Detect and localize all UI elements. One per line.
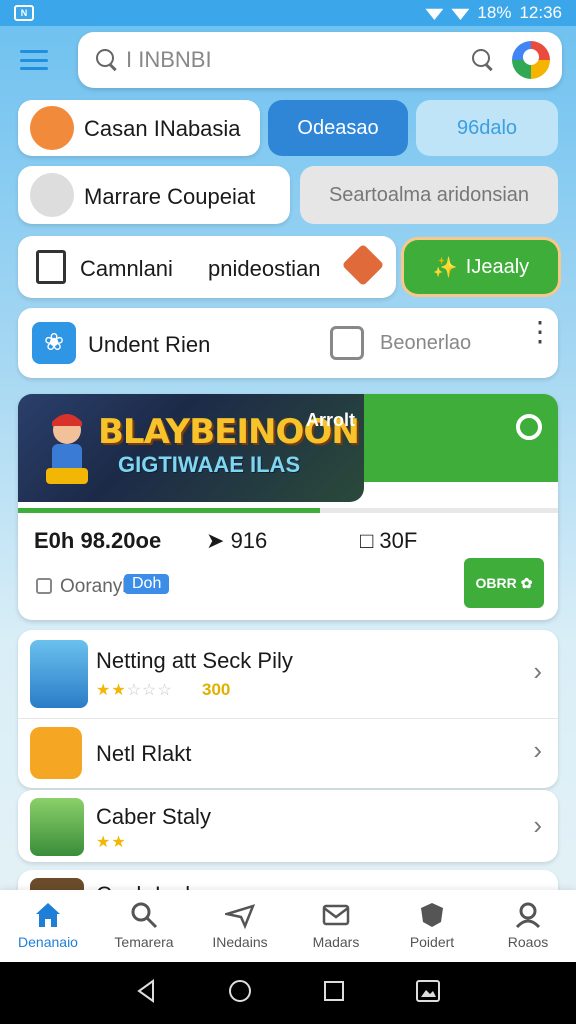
chevron-right-icon: › (533, 810, 542, 840)
profile-chip[interactable]: Casan INabasia (18, 100, 260, 156)
nav-label: Denanaio (18, 934, 78, 950)
search-icon (131, 902, 158, 929)
home-button-icon[interactable] (227, 978, 253, 1009)
category-icon (36, 578, 52, 594)
chevron-right-icon: › (533, 735, 542, 765)
list-item-title: Caber Staly (96, 804, 211, 829)
person-search-icon (515, 902, 541, 929)
system-navigation (0, 962, 576, 1024)
likes-stat: ➤ 916 (206, 528, 267, 554)
face-avatar-icon (30, 106, 74, 150)
likes-value: 916 (230, 528, 268, 553)
size-value: 30F (379, 528, 418, 553)
rating-value: 300 (202, 680, 231, 699)
nav-search[interactable]: Temarera (96, 890, 192, 962)
app-list: Netting att Seck Pily ★★☆☆☆ 300 › Netl R… (18, 630, 558, 788)
primary-action-button[interactable]: Odeasao (268, 100, 408, 156)
bottom-navigation: Denanaio Temarera INedains Madars Poider… (0, 890, 576, 962)
suggestion-button[interactable]: Seartoalma aridonsian (300, 166, 558, 224)
home-icon (36, 903, 60, 927)
nav-mail[interactable]: Madars (288, 890, 384, 962)
character-portrait-icon (30, 640, 88, 708)
social-row-label: Undent Rien (88, 332, 211, 357)
list-item-title: Netting att Seck Pily (96, 648, 293, 673)
account-chip-label: Marrare Coupeiat (84, 184, 256, 209)
top-bar: I INBNBI (0, 26, 576, 96)
back-icon[interactable] (135, 978, 157, 1008)
nav-home[interactable]: Denanaio (0, 890, 96, 962)
notification-icon: N (14, 5, 34, 21)
app-logo-icon (30, 727, 82, 779)
search-submit-icon[interactable] (472, 49, 494, 71)
shield-icon (421, 903, 443, 927)
battery-level: 18% (477, 3, 512, 22)
character-portrait-icon (30, 798, 84, 856)
nav-label: Roaos (507, 934, 549, 950)
task-label-b: pnideostian (208, 256, 321, 281)
ready-button-label: IJeaaly (465, 255, 530, 278)
list-item[interactable]: Netting att Seck Pily ★★☆☆☆ 300 › (18, 630, 558, 718)
get-button[interactable]: OBRR ✿ (464, 558, 544, 608)
tag-badge[interactable]: Doh (124, 574, 170, 594)
nav-shield[interactable]: Poidert (384, 890, 480, 962)
secondary-action-button[interactable]: 96dalo (416, 100, 558, 156)
profile-chip-label: Casan INabasia (84, 116, 241, 141)
task-row[interactable]: Camnlani pnideostian (18, 236, 396, 298)
size-stat: □ 30F (360, 528, 417, 554)
file-icon: □ (360, 528, 374, 553)
ready-button[interactable]: ✨ IJeaaly (404, 240, 558, 294)
more-options-icon[interactable]: ⋮ (526, 318, 554, 346)
user-face-icon (30, 173, 74, 217)
task-label-a: Camnlani (80, 256, 173, 281)
list-item[interactable]: Netl Rlakt › (18, 719, 558, 788)
nav-label: Madars (312, 934, 360, 950)
account-chip[interactable]: Marrare Coupeiat (18, 166, 290, 224)
banner-subtitle: GIGTIWAAE ILAS (118, 452, 301, 477)
signal-icon (451, 8, 470, 20)
send-icon (225, 904, 255, 930)
twitter-icon: ❀ (32, 322, 76, 364)
clock: 12:36 (519, 3, 562, 22)
pencil-icon[interactable] (341, 243, 385, 287)
social-row[interactable]: ❀ Undent Rien Beonerlao ⋮ (18, 308, 558, 378)
nav-send[interactable]: INedains (192, 890, 288, 962)
nav-label: INedains (212, 934, 268, 950)
search-icon (96, 49, 118, 71)
search-input[interactable]: I INBNBI (78, 32, 562, 88)
category-label: Ooranyl (60, 576, 127, 597)
wifi-icon (425, 8, 444, 20)
hamburger-menu-icon[interactable] (20, 50, 48, 70)
verified-icon (516, 414, 542, 440)
price-stat: E0h 98.20oe (34, 528, 162, 553)
search-placeholder: I INBNBI (126, 47, 212, 72)
recents-icon[interactable] (323, 980, 345, 1007)
progress-bar (18, 508, 558, 513)
status-bar: N 18% 12:36 (0, 0, 576, 26)
featured-game-card[interactable]: BLAYBEINOON GIGTIWAAE ILAS Arrolt E0h 98… (18, 394, 558, 620)
social-row-secondary: Beonerlao (380, 332, 472, 354)
camera-icon[interactable] (330, 326, 364, 360)
screenshot-icon[interactable] (415, 979, 441, 1008)
star-rating: ★★ (96, 834, 127, 851)
list-item[interactable]: Caber Staly ★★ › (18, 790, 558, 862)
nav-person[interactable]: Roaos (480, 890, 576, 962)
sprout-icon: ✿ (520, 574, 533, 591)
corner-label: Arrolt (306, 410, 355, 430)
clipboard-icon (36, 250, 66, 284)
chevron-right-icon: › (533, 656, 542, 686)
status-right: 18% 12:36 (425, 3, 562, 23)
app-list-secondary: Caber Staly ★★ › (18, 790, 558, 862)
hero-character-icon (46, 414, 88, 484)
avatar[interactable] (512, 41, 550, 79)
leaf-icon: ✨ (432, 256, 458, 279)
nav-label: Poidert (409, 934, 455, 950)
list-item-title: Netl Rlakt (96, 741, 192, 766)
star-rating: ★★☆☆☆ (96, 682, 173, 699)
nav-label: Temarera (114, 934, 174, 950)
mail-icon (322, 904, 350, 926)
get-button-label: OBRR (475, 575, 517, 591)
progress-fill (18, 508, 321, 513)
tag-icon: ➤ (206, 528, 225, 553)
